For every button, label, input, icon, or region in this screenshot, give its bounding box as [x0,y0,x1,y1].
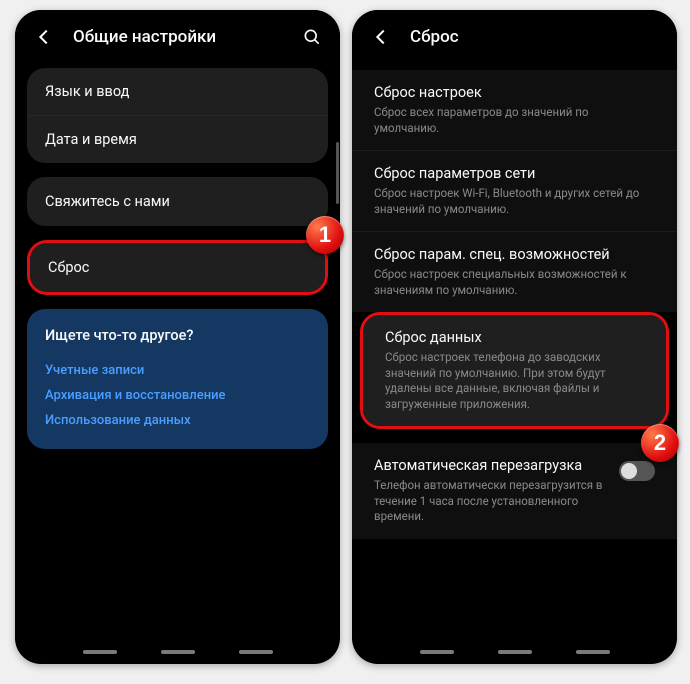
back-icon[interactable] [33,26,55,48]
page-title: Общие настройки [73,27,302,47]
row-subtitle: Сброс настроек телефона до заводских зна… [385,350,644,412]
nav-back[interactable] [576,650,610,654]
nav-bar [352,650,677,654]
step-badge-1: 1 [306,216,344,254]
nav-bar [15,650,340,654]
row-subtitle: Телефон автоматически перезагрузится в т… [374,478,609,525]
link-data-usage[interactable]: Использование данных [45,408,310,433]
nav-home[interactable] [498,650,532,654]
row-title: Автоматическая перезагрузка [374,457,609,474]
phone-reset: Сброс Сброс настроек Сброс всех параметр… [352,10,677,664]
highlight-reset: Сброс [27,240,328,295]
content: Язык и ввод Дата и время Свяжитесь с нам… [15,62,340,455]
row-reset-network[interactable]: Сброс параметров сети Сброс настроек Wi-… [352,150,677,231]
row-auto-restart[interactable]: Автоматическая перезагрузка Телефон авто… [352,443,677,539]
link-accounts[interactable]: Учетные записи [45,358,310,383]
back-icon[interactable] [370,26,392,48]
row-subtitle: Сброс всех параметров до значений по умо… [374,105,655,136]
row-reset-settings[interactable]: Сброс настроек Сброс всех параметров до … [352,70,677,150]
header: Сброс [352,10,677,62]
looking-for-title: Ищете что-то другое? [45,327,310,344]
row-contact-us[interactable]: Свяжитесь с нами [27,177,328,226]
content: Сброс настроек Сброс всех параметров до … [352,62,677,539]
row-title: Сброс настроек [374,84,655,101]
page-title: Сброс [410,27,659,47]
search-icon[interactable] [302,27,322,47]
highlight-factory-reset: Сброс данных Сброс настроек телефона до … [360,312,669,429]
looking-for-card: Ищете что-то другое? Учетные записи Архи… [27,309,328,449]
scrollbar[interactable] [336,142,339,204]
step-badge-2: 2 [641,424,679,462]
row-reset[interactable]: Сброс [30,243,325,292]
row-title: Сброс парам. спец. возможностей [374,246,655,263]
auto-restart-toggle[interactable] [619,461,655,481]
auto-restart-card: Автоматическая перезагрузка Телефон авто… [352,443,677,539]
nav-recents[interactable] [83,650,117,654]
phone-general-settings: Общие настройки Язык и ввод Дата и время… [15,10,340,664]
reset-list: Сброс настроек Сброс всех параметров до … [352,70,677,312]
nav-back[interactable] [239,650,273,654]
row-title: Сброс параметров сети [374,165,655,182]
group-input-date: Язык и ввод Дата и время [27,68,328,163]
row-factory-reset[interactable]: Сброс данных Сброс настроек телефона до … [363,315,666,426]
nav-recents[interactable] [420,650,454,654]
link-backup-restore[interactable]: Архивация и восстановление [45,383,310,408]
row-subtitle: Сброс настроек специальных возможностей … [374,267,655,298]
row-language-input[interactable]: Язык и ввод [27,68,328,115]
row-reset-accessibility[interactable]: Сброс парам. спец. возможностей Сброс на… [352,231,677,312]
row-title: Сброс данных [385,329,644,346]
nav-home[interactable] [161,650,195,654]
row-subtitle: Сброс настроек Wi-Fi, Bluetooth и других… [374,186,655,217]
header: Общие настройки [15,10,340,62]
row-date-time[interactable]: Дата и время [27,115,328,163]
group-contact: Свяжитесь с нами [27,177,328,226]
